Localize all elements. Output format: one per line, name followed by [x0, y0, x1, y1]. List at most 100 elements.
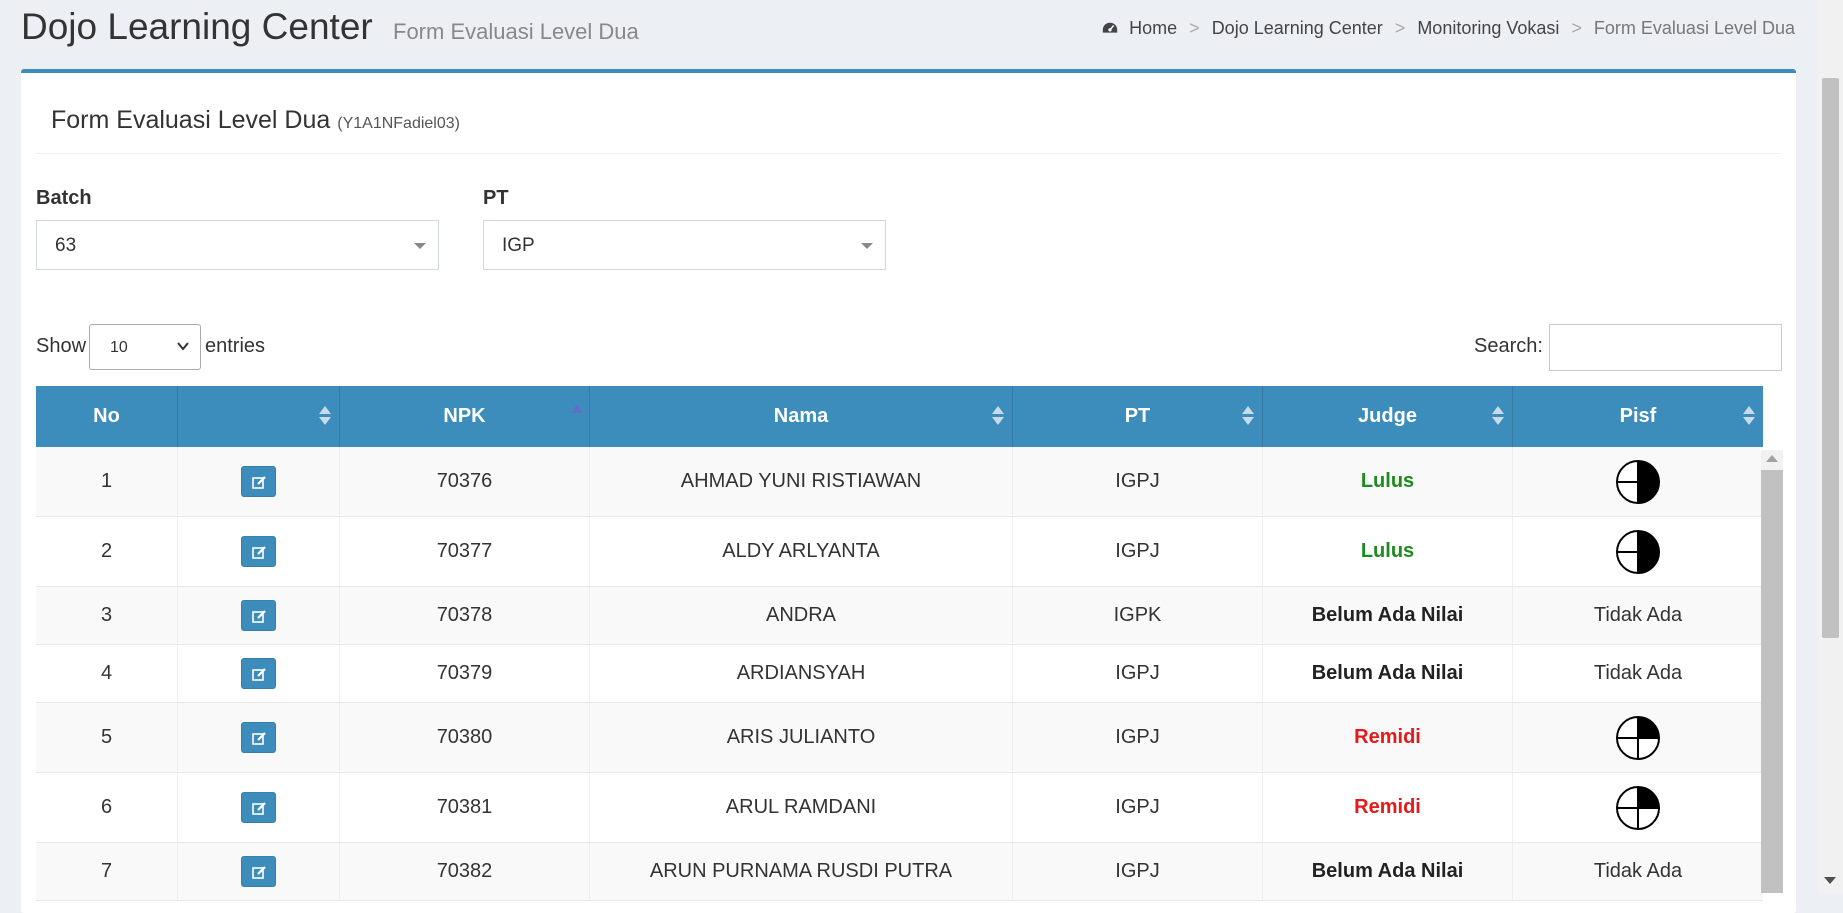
cell-judge: Belum Ada Nilai — [1263, 645, 1513, 702]
cell-judge: Lulus — [1263, 447, 1513, 516]
cell-nama: ANDRA — [590, 587, 1013, 644]
app-title-text: Dojo Learning Center — [21, 6, 373, 47]
entries-select[interactable]: 10 — [89, 324, 201, 370]
cell-pt: IGPK — [1013, 587, 1263, 644]
edit-button[interactable] — [241, 466, 276, 497]
column-header-label: No — [93, 405, 120, 427]
cell-pt: IGPJ — [1013, 645, 1263, 702]
breadcrumb-separator: > — [1394, 18, 1406, 38]
form-title-text: Form Evaluasi Level Dua — [51, 106, 331, 134]
batch-select-value: 63 — [55, 235, 77, 256]
edit-icon — [251, 545, 266, 559]
batch-label: Batch — [36, 187, 92, 209]
column-header-nama[interactable]: Nama — [590, 386, 1013, 447]
breadcrumb-monitoring[interactable]: Monitoring Vokasi — [1417, 18, 1559, 39]
cell-npk: 70376 — [340, 447, 590, 516]
column-header-label: Judge — [1358, 405, 1417, 427]
edit-button[interactable] — [241, 792, 276, 823]
column-header-action[interactable] — [178, 386, 340, 447]
table-row: 6 70381 ARUL RAMDANI IGPJ Remidi — [36, 773, 1763, 843]
column-header-pisf[interactable]: Pisf — [1513, 386, 1763, 447]
column-header-npk[interactable]: NPK — [340, 386, 590, 447]
cell-npk: 70382 — [340, 843, 590, 900]
cell-pt: IGPJ — [1013, 517, 1263, 586]
cell-action — [178, 703, 340, 772]
pt-label: PT — [483, 187, 509, 209]
sort-icon — [992, 406, 1004, 428]
cell-pt: IGPJ — [1013, 773, 1263, 842]
cell-judge: Belum Ada Nilai — [1263, 843, 1513, 900]
breadcrumb-dojo[interactable]: Dojo Learning Center — [1212, 18, 1383, 39]
column-header-label: Pisf — [1619, 405, 1657, 427]
breadcrumb: Home > Dojo Learning Center > Monitoring… — [1101, 18, 1795, 39]
page-scrollbar-thumb[interactable] — [1822, 78, 1839, 638]
form-box: Form Evaluasi Level Dua (Y1A1NFadiel03) … — [21, 69, 1796, 913]
column-header-no[interactable]: No — [36, 386, 178, 447]
cell-action — [178, 645, 340, 702]
cell-action — [178, 517, 340, 586]
edit-button[interactable] — [241, 658, 276, 689]
cell-nama: ARUL RAMDANI — [590, 773, 1013, 842]
cell-no: 2 — [36, 517, 178, 586]
column-header-label: NPK — [443, 405, 486, 427]
caret-down-icon — [414, 243, 426, 249]
cell-pt: IGPJ — [1013, 843, 1263, 900]
edit-icon — [251, 667, 266, 681]
caret-down-icon — [861, 243, 873, 249]
breadcrumb-separator: > — [1571, 18, 1582, 38]
cell-action — [178, 843, 340, 900]
quarter-filled-circle-icon[interactable] — [1615, 715, 1661, 761]
chevron-down-icon — [177, 342, 189, 351]
sort-asc-icon — [571, 404, 583, 413]
table-scrollbar-thumb[interactable] — [1761, 470, 1783, 893]
cell-judge: Remidi — [1263, 703, 1513, 772]
edit-icon — [251, 731, 266, 745]
search-input[interactable] — [1549, 324, 1782, 371]
dashboard-icon — [1102, 22, 1118, 33]
cell-pisf: Tidak Ada — [1593, 860, 1683, 882]
edit-icon — [251, 609, 266, 623]
pt-select[interactable]: IGP — [483, 220, 886, 270]
scroll-down-arrow-icon[interactable] — [1824, 877, 1836, 884]
search-label: Search: — [1474, 335, 1543, 357]
half-filled-circle-icon[interactable] — [1615, 529, 1661, 575]
half-filled-circle-icon[interactable] — [1615, 459, 1661, 505]
edit-button[interactable] — [241, 722, 276, 753]
edit-button[interactable] — [241, 856, 276, 887]
cell-pisf: Tidak Ada — [1593, 604, 1683, 626]
column-header-pt[interactable]: PT — [1013, 386, 1263, 447]
cell-pisf — [1513, 773, 1763, 842]
edit-button[interactable] — [241, 600, 276, 631]
cell-pt: IGPJ — [1013, 703, 1263, 772]
cell-nama: ALDY ARLYANTA — [590, 517, 1013, 586]
sort-icon — [319, 406, 331, 428]
page-header: Dojo Learning Center Form Evaluasi Level… — [21, 0, 1843, 60]
cell-action — [178, 773, 340, 842]
cell-npk: 70380 — [340, 703, 590, 772]
divider — [36, 153, 1781, 154]
column-header-judge[interactable]: Judge — [1263, 386, 1513, 447]
breadcrumb-current: Form Evaluasi Level Dua — [1593, 18, 1795, 38]
edit-button[interactable] — [241, 536, 276, 567]
column-header-label: Nama — [773, 405, 829, 427]
scroll-up-arrow-icon[interactable] — [1766, 455, 1778, 462]
cell-npk: 70378 — [340, 587, 590, 644]
table-row: 1 70376 AHMAD YUNI RISTIAWAN IGPJ Lulus — [36, 447, 1763, 517]
cell-pisf — [1513, 517, 1763, 586]
batch-select[interactable]: 63 — [36, 220, 439, 270]
table-row: 3 70378 ANDRA IGPK Belum Ada Nilai Tidak… — [36, 587, 1763, 645]
breadcrumb-home[interactable]: Home — [1129, 18, 1177, 39]
app-title: Dojo Learning Center Form Evaluasi Level… — [21, 6, 639, 48]
cell-no: 5 — [36, 703, 178, 772]
cell-npk: 70381 — [340, 773, 590, 842]
quarter-filled-circle-icon[interactable] — [1615, 785, 1661, 831]
cell-no: 4 — [36, 645, 178, 702]
cell-action — [178, 447, 340, 516]
column-header-label: PT — [1124, 405, 1151, 427]
cell-nama: AHMAD YUNI RISTIAWAN — [590, 447, 1013, 516]
pt-select-value: IGP — [502, 235, 535, 256]
cell-judge: Remidi — [1263, 773, 1513, 842]
form-code: (Y1A1NFadiel03) — [337, 115, 460, 132]
cell-action — [178, 587, 340, 644]
edit-icon — [251, 801, 266, 815]
